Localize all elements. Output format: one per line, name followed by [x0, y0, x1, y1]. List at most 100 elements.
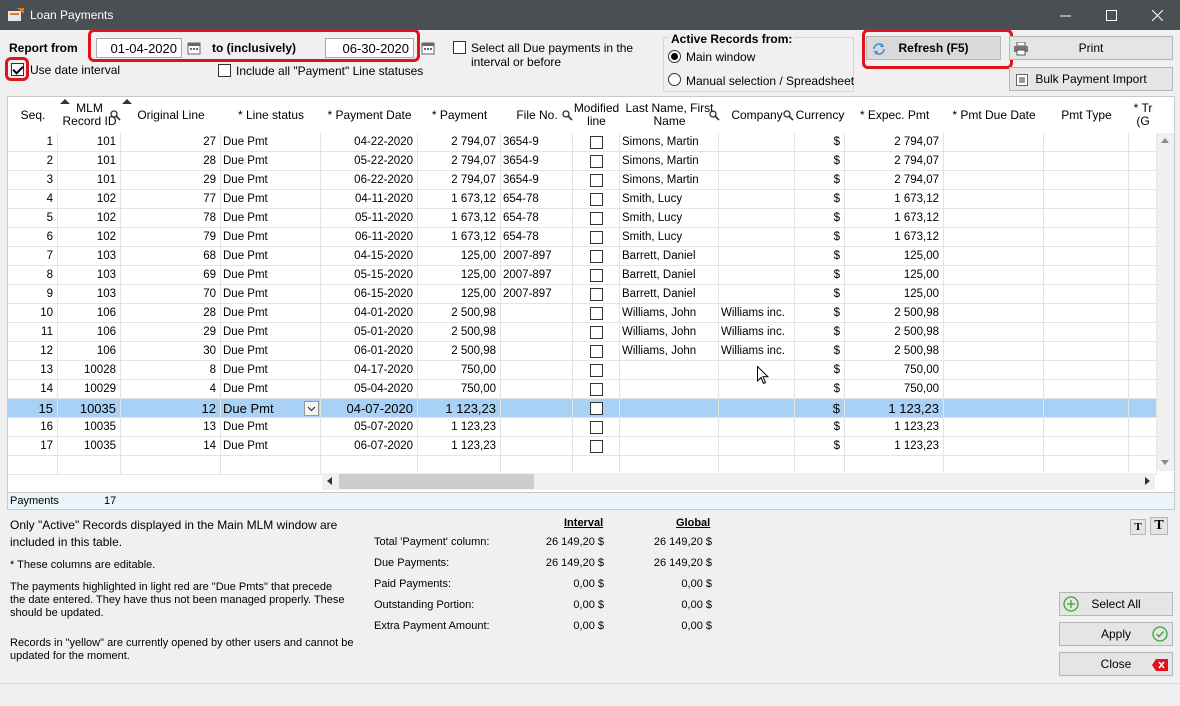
cell-due-date[interactable] [944, 304, 1044, 323]
sort-ascending-icon[interactable] [122, 99, 132, 104]
select-all-due-checkbox[interactable] [453, 41, 466, 54]
cell-exp-pmt[interactable]: 1 673,12 [845, 228, 944, 247]
modified-line-checkbox[interactable] [590, 364, 603, 377]
main-window-radio[interactable] [668, 50, 681, 63]
cell-payment[interactable]: 125,00 [418, 266, 501, 285]
maximize-button[interactable] [1088, 0, 1134, 30]
manual-selection-radio[interactable] [668, 73, 681, 86]
cell-due-date[interactable] [944, 266, 1044, 285]
horizontal-scrollbar[interactable] [322, 473, 1155, 490]
cell-due-date[interactable] [944, 171, 1044, 190]
cell-pay-date[interactable]: 05-11-2020 [321, 209, 418, 228]
cell-extra[interactable] [1129, 171, 1157, 190]
cell-line-status[interactable]: Due Pmt [221, 437, 321, 456]
cell-pay-date[interactable]: 05-01-2020 [321, 323, 418, 342]
cell-extra[interactable] [1129, 304, 1157, 323]
small-font-button[interactable]: T [1130, 519, 1146, 535]
modified-line-checkbox[interactable] [590, 269, 603, 282]
cell-exp-pmt[interactable]: 1 123,23 [845, 418, 944, 437]
payments-grid[interactable]: Seq. MLM Record ID Original Line * Line sta… [7, 96, 1175, 510]
cell-exp-pmt[interactable]: 1 673,12 [845, 209, 944, 228]
cell-payment[interactable]: 1 123,23 [418, 437, 501, 456]
cell-extra[interactable] [1129, 209, 1157, 228]
apply-button[interactable]: Apply [1059, 622, 1173, 646]
cell-exp-pmt[interactable]: 125,00 [845, 285, 944, 304]
cell-payment[interactable]: 750,00 [418, 380, 501, 399]
minimize-button[interactable] [1042, 0, 1088, 30]
scroll-up-icon[interactable] [1161, 138, 1169, 143]
cell-pay-date[interactable]: 04-17-2020 [321, 361, 418, 380]
cell-due-date[interactable] [944, 133, 1044, 152]
search-icon[interactable] [783, 110, 794, 124]
scroll-thumb[interactable] [339, 474, 534, 489]
cell-pay-date[interactable]: 06-22-2020 [321, 171, 418, 190]
modified-line-checkbox[interactable] [590, 288, 603, 301]
cell-exp-pmt[interactable]: 2 794,07 [845, 171, 944, 190]
cell-extra[interactable] [1129, 152, 1157, 171]
cell-line-status[interactable]: Due Pmt [221, 418, 321, 437]
table-row[interactable]: 3 101 29 Due Pmt 06-22-2020 2 794,07 3654-9 Sim… [8, 171, 1157, 190]
cell-payment[interactable]: 125,00 [418, 247, 501, 266]
cell-exp-pmt[interactable]: 1 123,23 [845, 437, 944, 456]
cell-payment[interactable]: 125,00 [418, 285, 501, 304]
column-header-line-status[interactable]: * Line status [221, 97, 321, 133]
scroll-down-icon[interactable] [1161, 460, 1169, 465]
cell-due-date[interactable] [944, 190, 1044, 209]
cell-extra[interactable] [1129, 247, 1157, 266]
column-header-due-date[interactable]: * Pmt Due Date [944, 97, 1044, 133]
cell-line-status[interactable]: Due Pmt [221, 133, 321, 152]
cell-pay-date[interactable]: 06-07-2020 [321, 437, 418, 456]
cell-exp-pmt[interactable]: 125,00 [845, 247, 944, 266]
modified-line-checkbox[interactable] [590, 421, 603, 434]
table-row[interactable]: 8 103 69 Due Pmt 05-15-2020 125,00 2007-897 Bar… [8, 266, 1157, 285]
large-font-button[interactable]: T [1150, 517, 1168, 535]
close-button[interactable]: Close [1059, 652, 1173, 676]
column-header-pay-date[interactable]: * Payment Date [321, 97, 418, 133]
cell-payment[interactable]: 1 673,12 [418, 190, 501, 209]
cell-payment[interactable]: 1 123,23 [418, 418, 501, 437]
cell-pay-date[interactable]: 04-15-2020 [321, 247, 418, 266]
cell-extra[interactable] [1129, 418, 1157, 437]
cell-line-status[interactable]: Due Pmt [221, 152, 321, 171]
cell-line-status[interactable]: Due Pmt [221, 323, 321, 342]
modified-line-checkbox[interactable] [590, 440, 603, 453]
table-row[interactable]: 17 10035 14 Due Pmt 06-07-2020 1 123,23 $1 123… [8, 437, 1157, 456]
calendar-icon[interactable] [421, 41, 435, 55]
cell-pay-date[interactable]: 05-04-2020 [321, 380, 418, 399]
cell-pay-date[interactable]: 05-15-2020 [321, 266, 418, 285]
cell-payment[interactable]: 2 500,98 [418, 342, 501, 361]
search-icon[interactable] [709, 110, 720, 124]
table-row[interactable]: 16 10035 13 Due Pmt 05-07-2020 1 123,23 $1 123… [8, 418, 1157, 437]
column-header-name[interactable]: Last Name, First Name [620, 97, 719, 133]
select-all-button[interactable]: Select All [1059, 592, 1173, 616]
cell-pay-date[interactable]: 04-07-2020 [321, 399, 418, 418]
cell-due-date[interactable] [944, 380, 1044, 399]
cell-pay-date[interactable]: 06-11-2020 [321, 228, 418, 247]
table-row[interactable]: 11 106 29 Due Pmt 05-01-2020 2 500,98 Williams… [8, 323, 1157, 342]
cell-extra[interactable] [1129, 266, 1157, 285]
cell-extra[interactable] [1129, 133, 1157, 152]
cell-extra[interactable] [1129, 342, 1157, 361]
cell-due-date[interactable] [944, 361, 1044, 380]
column-header-pmt-type[interactable]: Pmt Type [1044, 97, 1129, 133]
scroll-left-icon[interactable] [327, 477, 332, 485]
column-header-seq[interactable]: Seq. [8, 97, 58, 133]
cell-exp-pmt[interactable]: 750,00 [845, 361, 944, 380]
cell-payment[interactable]: 2 794,07 [418, 152, 501, 171]
table-row[interactable]: 14 10029 4 Due Pmt 05-04-2020 750,00 $750,00 [8, 380, 1157, 399]
cell-line-status[interactable]: Due Pmt [221, 285, 321, 304]
modified-line-checkbox[interactable] [590, 155, 603, 168]
modified-line-checkbox[interactable] [590, 307, 603, 320]
modified-line-checkbox[interactable] [590, 345, 603, 358]
cell-line-status[interactable]: Due Pmt [221, 266, 321, 285]
cell-exp-pmt[interactable]: 2 794,07 [845, 152, 944, 171]
cell-extra[interactable] [1129, 228, 1157, 247]
modified-line-checkbox[interactable] [590, 326, 603, 339]
sort-ascending-icon[interactable] [60, 99, 70, 104]
cell-payment[interactable]: 750,00 [418, 361, 501, 380]
cell-pay-date[interactable]: 04-22-2020 [321, 133, 418, 152]
cell-payment[interactable]: 2 500,98 [418, 304, 501, 323]
cell-line-status[interactable]: Due Pmt [221, 209, 321, 228]
table-row[interactable]: 4 102 77 Due Pmt 04-11-2020 1 673,12 654-78 Smi… [8, 190, 1157, 209]
cell-payment[interactable]: 2 500,98 [418, 323, 501, 342]
